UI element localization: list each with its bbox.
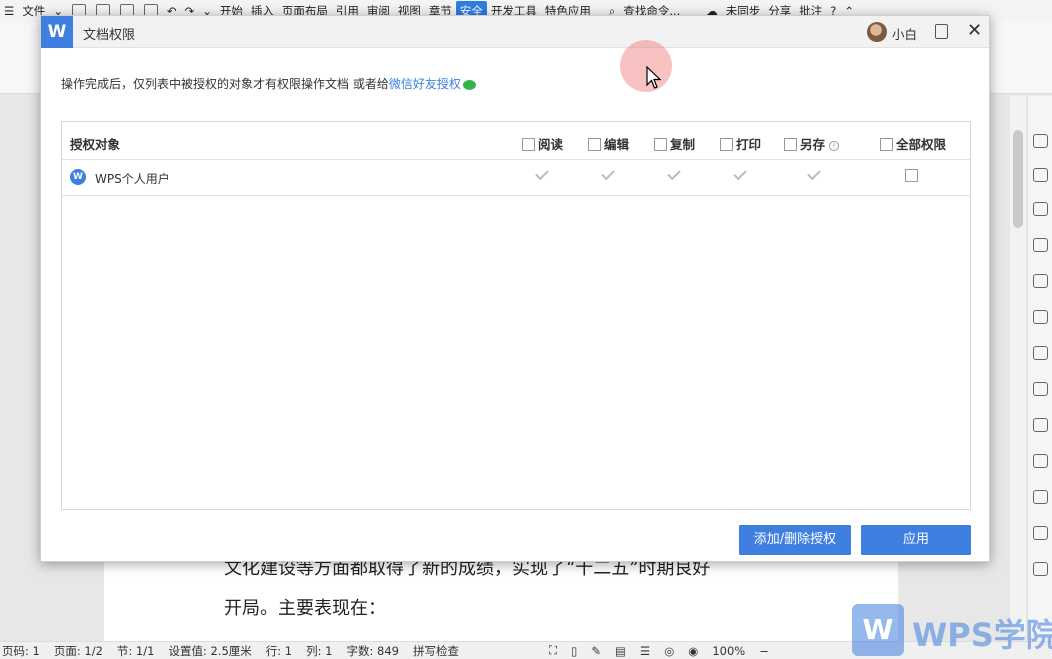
column-header-object: 授权对象 [70,137,121,152]
add-remove-authorization-button[interactable]: 添加/删除授权 [739,525,851,555]
page-count[interactable]: 页面: 1/2 [54,643,103,659]
pointer-icon[interactable] [1033,168,1048,182]
dialog-titlebar: W 文档权限 小白 ✕ [41,16,989,48]
notice-message: 操作完成后，仅列表中被授权的对象才有权限操作文档 或者给 [61,77,389,91]
close-icon[interactable]: ✕ [967,20,982,42]
setting-value[interactable]: 设置值: 2.5厘米 [168,643,251,659]
all-permissions-checkbox[interactable] [880,138,893,151]
copy-label: 复制 [670,137,696,152]
dialog-title: 文档权限 [83,28,136,43]
page-number[interactable]: 页码: 1 [2,643,40,659]
table-row[interactable]: W WPS个人用户 [62,160,970,196]
read-check-icon[interactable] [535,166,549,181]
mouse-cursor-icon [646,66,662,89]
pin-icon[interactable] [935,24,948,39]
column-header-saveas[interactable]: 另存! [784,134,840,153]
column-header-copy[interactable]: 复制 [654,134,695,153]
eye-icon[interactable]: ◉ [688,644,698,658]
column-header-read[interactable]: 阅读 [522,134,563,153]
table-icon[interactable] [1033,274,1048,288]
row-indicator: 行: 1 [265,643,293,658]
column-header-print[interactable]: 打印 [720,134,761,153]
column-indicator: 列: 1 [306,643,333,658]
image-icon[interactable] [1033,382,1048,396]
fullscreen-icon[interactable]: ⛶ [549,643,557,658]
table-header: 授权对象 阅读 编辑 复制 打印 另存! 全部权限 [62,122,970,160]
wps-logo-icon: W [41,16,73,48]
pen-icon[interactable] [1033,134,1048,148]
avatar[interactable] [867,22,887,42]
wps-watermark: W WPS学院 [852,604,1052,656]
section-count[interactable]: 节: 1/1 [117,643,155,659]
print-checkbox[interactable] [720,138,733,151]
web-view-icon[interactable]: ◎ [664,644,674,658]
read-mode-icon[interactable]: ▯ [571,644,577,658]
settings-icon[interactable] [1033,346,1048,360]
copy-checkbox[interactable] [654,138,667,151]
row-object-name: WPS个人用户 [95,172,170,186]
style-icon[interactable] [1033,238,1048,252]
edit-check-icon[interactable] [601,166,615,181]
read-label: 阅读 [538,137,564,152]
print-label: 打印 [736,137,762,152]
wps-user-icon: W [70,169,86,185]
zoom-out-icon[interactable]: − [759,644,769,658]
wechat-authorize-link[interactable]: 微信好友授权 [389,77,461,91]
notice-text: 操作完成后，仅列表中被授权的对象才有权限操作文档 或者给微信好友授权 [61,75,476,92]
scrollbar-thumb[interactable] [1013,130,1023,228]
saveas-check-icon[interactable] [807,166,821,181]
share-icon[interactable] [1033,418,1048,432]
wechat-icon [462,79,476,90]
shapes-icon[interactable] [1033,202,1048,216]
picture-icon[interactable] [1033,526,1048,540]
permission-table: 授权对象 阅读 编辑 复制 打印 另存! 全部权限 W WPS个人用户 [61,121,971,510]
read-checkbox[interactable] [522,138,535,151]
edit-icon[interactable]: ✎ [591,644,601,658]
hamburger-icon[interactable]: ☰ [0,1,18,21]
outline-icon[interactable]: ☰ [640,644,650,658]
zoom-level[interactable]: 100% [712,644,745,658]
edit-checkbox[interactable] [588,138,601,151]
edit-label: 编辑 [604,137,630,152]
user-name[interactable]: 小白 [892,24,917,43]
spellcheck-button[interactable]: 拼写检查 [413,643,459,659]
all-permissions-label: 全部权限 [896,137,947,152]
document-permission-dialog: W 文档权限 小白 ✕ 操作完成后，仅列表中被授权的对象才有权限操作文档 或者给… [40,15,990,562]
apply-button[interactable]: 应用 [861,525,971,555]
shield-icon[interactable] [1033,562,1048,576]
page-view-icon[interactable]: ▤ [615,644,626,658]
saveas-label: 另存 [800,137,826,152]
print-check-icon[interactable] [733,166,747,181]
copy-check-icon[interactable] [667,166,681,181]
info-icon[interactable]: ! [829,141,840,151]
saveas-checkbox[interactable] [784,138,797,151]
column-header-edit[interactable]: 编辑 [588,134,629,153]
translate-icon[interactable] [1033,454,1048,468]
right-sidebar [1027,96,1052,641]
archive-icon[interactable] [1033,490,1048,504]
wps-logo-icon: W [852,604,904,656]
grid-icon[interactable] [1033,310,1048,324]
watermark-text: WPS学院 [912,616,1052,654]
row-all-permissions-checkbox[interactable] [905,169,918,182]
word-count[interactable]: 字数: 849 [347,643,399,659]
column-header-all[interactable]: 全部权限 [880,134,946,153]
document-line: 开局。主要表现在： [224,598,386,619]
